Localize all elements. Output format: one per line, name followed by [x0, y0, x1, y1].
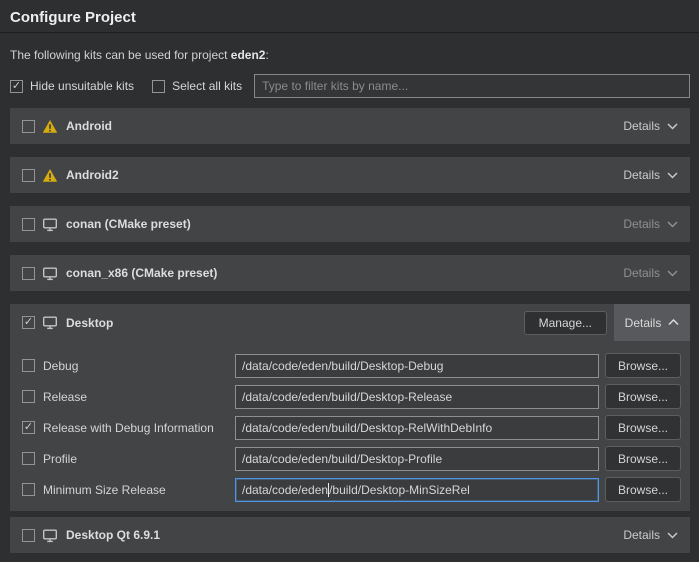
build-config-row-profile: Profile Browse... [10, 446, 690, 471]
project-name: eden2 [231, 48, 266, 62]
kit-name: Desktop [66, 316, 113, 330]
chevron-down-icon [667, 172, 678, 179]
kit-name: Desktop Qt 6.9.1 [66, 528, 160, 542]
intro-prefix: The following kits can be used for proje… [10, 48, 231, 62]
build-config-checkbox[interactable]: ✓ [22, 421, 35, 434]
build-config-checkbox[interactable] [22, 452, 35, 465]
details-button-expanded[interactable]: Details [614, 304, 690, 341]
path-text-after-caret: /build/Desktop-MinSizeRel [329, 483, 470, 497]
build-config-checkbox[interactable] [22, 390, 35, 403]
kit-checkbox[interactable] [22, 218, 35, 231]
details-label: Details [623, 168, 660, 182]
kit-row-conan[interactable]: conan (CMake preset) Details [10, 206, 690, 242]
title-separator [0, 32, 699, 33]
build-dir-input[interactable] [235, 447, 599, 471]
chevron-down-icon [667, 221, 678, 228]
details-button[interactable]: Details [611, 255, 690, 291]
build-config-label: Profile [43, 452, 235, 466]
kit-checkbox[interactable] [22, 120, 35, 133]
details-label: Details [623, 266, 660, 280]
details-button[interactable]: Details [611, 517, 690, 553]
browse-button[interactable]: Browse... [605, 415, 681, 440]
browse-button[interactable]: Browse... [605, 477, 681, 502]
build-config-row-relwithdebinfo: ✓ Release with Debug Information Browse.… [10, 415, 690, 440]
details-label: Details [623, 217, 660, 231]
desktop-monitor-icon [42, 315, 58, 330]
build-dir-input-focused[interactable]: /data/code/eden/build/Desktop-MinSizeRel [235, 478, 599, 502]
kit-row-desktop-qt[interactable]: Desktop Qt 6.9.1 Details [10, 517, 690, 553]
path-text-before-caret: /data/code/eden [242, 483, 328, 497]
kit-checkbox[interactable]: ✓ [22, 316, 35, 329]
kit-name: Android [66, 119, 112, 133]
build-dir-input[interactable] [235, 354, 599, 378]
filter-bar: ✓ Hide unsuitable kits Select all kits [10, 74, 690, 98]
kit-name: conan_x86 (CMake preset) [66, 266, 217, 280]
details-button[interactable]: Details [611, 206, 690, 242]
build-dir-input[interactable] [235, 416, 599, 440]
kit-checkbox[interactable] [22, 169, 35, 182]
chevron-down-icon [667, 123, 678, 130]
details-label: Details [625, 316, 662, 330]
kit-row-conan-x86[interactable]: conan_x86 (CMake preset) Details [10, 255, 690, 291]
hide-unsuitable-kits-label: Hide unsuitable kits [30, 79, 134, 93]
kit-row-desktop[interactable]: ✓ Desktop Manage... Details [10, 304, 690, 341]
details-label: Details [623, 119, 660, 133]
select-all-kits-label: Select all kits [172, 79, 242, 93]
desktop-monitor-icon [42, 528, 58, 543]
kit-checkbox[interactable] [22, 529, 35, 542]
kit-checkbox[interactable] [22, 267, 35, 280]
intro-text: The following kits can be used for proje… [10, 48, 689, 62]
manage-button[interactable]: Manage... [524, 311, 607, 335]
build-config-label: Minimum Size Release [43, 483, 235, 497]
kit-name: Android2 [66, 168, 119, 182]
build-config-checkbox[interactable] [22, 483, 35, 496]
kit-row-android2[interactable]: Android2 Details [10, 157, 690, 193]
details-button[interactable]: Details [611, 108, 690, 144]
build-config-label: Release with Debug Information [43, 421, 235, 435]
warning-icon [42, 119, 58, 134]
desktop-monitor-icon [42, 217, 58, 232]
intro-suffix: : [265, 48, 268, 62]
chevron-down-icon [667, 270, 678, 277]
build-config-label: Release [43, 390, 235, 404]
build-config-row-minsizerel: Minimum Size Release /data/code/eden/bui… [10, 477, 690, 502]
kit-panel-desktop: ✓ Desktop Manage... Details Debug Browse… [10, 304, 690, 511]
build-config-row-debug: Debug Browse... [10, 353, 690, 378]
details-button[interactable]: Details [611, 157, 690, 193]
build-config-label: Debug [43, 359, 235, 373]
build-dir-input[interactable] [235, 385, 599, 409]
select-all-kits-checkbox[interactable] [152, 80, 165, 93]
kit-name: conan (CMake preset) [66, 217, 191, 231]
browse-button[interactable]: Browse... [605, 384, 681, 409]
hide-unsuitable-kits-checkbox-group[interactable]: ✓ Hide unsuitable kits [10, 79, 134, 93]
browse-button[interactable]: Browse... [605, 446, 681, 471]
chevron-down-icon [667, 532, 678, 539]
build-config-row-release: Release Browse... [10, 384, 690, 409]
hide-unsuitable-kits-checkbox[interactable]: ✓ [10, 80, 23, 93]
desktop-monitor-icon [42, 266, 58, 281]
chevron-up-icon [668, 319, 679, 326]
page-title: Configure Project [0, 0, 699, 32]
build-config-list: Debug Browse... Release Browse... ✓ Rele… [10, 353, 690, 502]
details-label: Details [623, 528, 660, 542]
browse-button[interactable]: Browse... [605, 353, 681, 378]
kit-filter-input[interactable] [254, 74, 690, 98]
kit-list: Android Details Android2 Details conan (… [10, 108, 690, 553]
kit-row-android[interactable]: Android Details [10, 108, 690, 144]
select-all-kits-checkbox-group[interactable]: Select all kits [152, 79, 242, 93]
warning-icon [42, 168, 58, 183]
build-config-checkbox[interactable] [22, 359, 35, 372]
